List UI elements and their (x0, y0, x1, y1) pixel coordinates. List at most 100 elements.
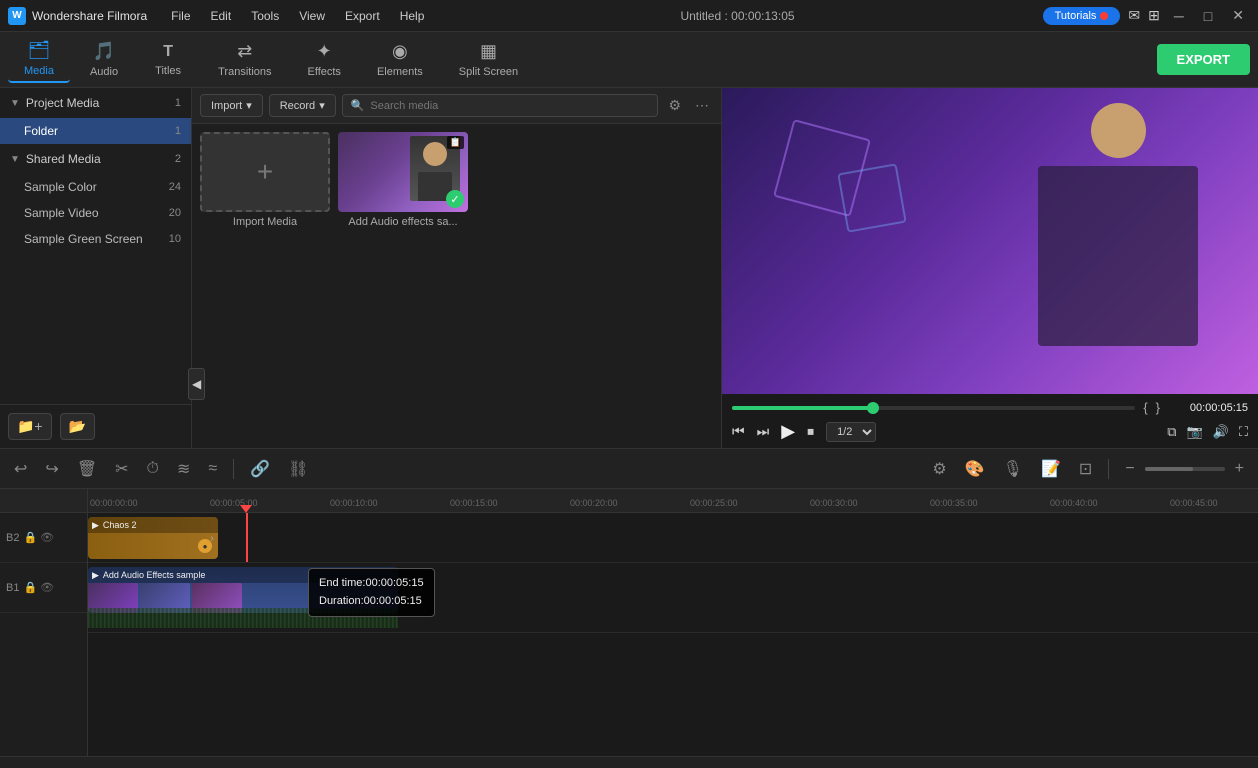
record-dropdown[interactable]: Record ▾ (269, 94, 336, 117)
clip-audio-label: Add Audio Effects sample (103, 570, 205, 580)
speed-button[interactable]: ⏱ (141, 456, 165, 482)
waveform (88, 608, 398, 628)
sample-video-item[interactable]: Sample Video 20 (0, 200, 191, 226)
link-button[interactable]: ⛓ (282, 455, 314, 483)
toolbar-effects[interactable]: ✦ Effects (292, 37, 357, 82)
ruler-marks: 00:00:00:00 00:00:05:00 00:00:10:00 00:0… (88, 489, 1258, 508)
delete-button[interactable]: 🗑 (71, 455, 103, 483)
title-bar-right: Tutorials ✉ ⊞ ─ □ ✕ (1043, 5, 1250, 26)
toolbar-audio[interactable]: 🎵 Audio (74, 37, 134, 82)
open-folder-button[interactable]: 📂 (60, 413, 95, 440)
new-folder-button[interactable]: 📁+ (8, 413, 52, 440)
waveform-button[interactable]: ≈ (202, 456, 223, 482)
toolbar-transitions[interactable]: ⇄ Transitions (202, 37, 287, 82)
track-b1-row: ▶ Add Audio Effects sample (88, 563, 1258, 633)
sample-color-item[interactable]: Sample Color 24 (0, 174, 191, 200)
preview-body (1038, 166, 1198, 346)
maximize-button[interactable]: □ (1198, 5, 1218, 26)
sample-green-count: 10 (169, 233, 181, 245)
track-b1-icons: 🔒 👁 (23, 581, 54, 594)
track-labels: B2 🔒 👁 B1 🔒 👁 (0, 489, 88, 756)
menu-help[interactable]: Help (392, 7, 433, 25)
clip-expand-handle[interactable]: › (206, 517, 218, 559)
screenshot-button[interactable]: 📷 (1187, 424, 1203, 440)
preview-person-container (1018, 103, 1218, 353)
track-b1-lock[interactable]: 🔒 (23, 581, 37, 594)
logo-icon: W (8, 7, 26, 25)
view-toggle-button[interactable]: ⋯ (691, 95, 713, 116)
mail-icon[interactable]: ✉ (1128, 7, 1140, 24)
magnet-button[interactable]: 🔗 (244, 455, 276, 483)
mark-out[interactable]: } (1156, 400, 1160, 415)
close-button[interactable]: ✕ (1226, 5, 1250, 26)
sample-green-item[interactable]: Sample Green Screen 10 (0, 226, 191, 252)
fullscreen-button[interactable]: ⛶ (1239, 424, 1248, 440)
audio-label: Audio (90, 66, 118, 78)
search-icon: 🔍 (351, 99, 365, 112)
app-name: Wondershare Filmora (32, 9, 147, 23)
track-b2-id: B2 (6, 532, 19, 544)
audio-button[interactable]: 🎙 (997, 455, 1029, 483)
menu-view[interactable]: View (291, 7, 333, 25)
folder-item[interactable]: Folder 1 (0, 118, 191, 144)
window-controls: ─ □ ✕ (1168, 5, 1250, 26)
menu-edit[interactable]: Edit (203, 7, 240, 25)
waveform-container (88, 610, 398, 628)
effect-box-2 (837, 163, 907, 233)
track-b1-eye[interactable]: 👁 (40, 581, 54, 594)
zoom-out-button[interactable]: − (1119, 456, 1140, 482)
search-input[interactable] (370, 100, 649, 112)
toolbar-titles[interactable]: T Titles (138, 39, 198, 81)
crop-button[interactable]: ⊡ (1073, 455, 1098, 483)
stop-button[interactable]: ⏹ (807, 423, 814, 440)
import-media-item[interactable]: + Import Media (200, 132, 330, 228)
zoom-in-button[interactable]: + (1229, 456, 1250, 482)
audio-adjust-button[interactable]: ≋ (171, 455, 196, 483)
ruler-mark-9: 00:00:45:00 (1168, 498, 1258, 508)
color-button[interactable]: 🎨 (959, 455, 991, 483)
play-button[interactable]: ▶ (781, 421, 795, 442)
shared-media-header[interactable]: ▼ Shared Media 2 (0, 144, 191, 174)
import-dropdown[interactable]: Import ▾ (200, 94, 263, 117)
menu-items: File Edit Tools View Export Help (163, 7, 432, 25)
settings-button[interactable]: ⚙ (926, 455, 952, 483)
picture-in-picture-button[interactable]: ⧉ (1167, 424, 1176, 440)
timeline-scrollbar[interactable] (0, 756, 1258, 768)
toolbar-media[interactable]: 🗂 Media (8, 36, 70, 83)
toolbar-splitscreen[interactable]: ▦ Split Screen (443, 37, 534, 82)
track-b2-eye[interactable]: 👁 (40, 531, 54, 544)
caption-button[interactable]: 📝 (1035, 455, 1067, 483)
progress-bar[interactable] (732, 406, 1135, 410)
video-clip-item[interactable]: 📋 ✓ Add Audio effects sa... (338, 132, 468, 228)
menu-tools[interactable]: Tools (243, 7, 287, 25)
step-back-button[interactable]: ⏮ (732, 423, 745, 440)
track-b2-icons: 🔒 👁 (23, 531, 54, 544)
cut-button[interactable]: ✂ (109, 455, 134, 483)
mark-in[interactable]: { (1143, 400, 1147, 415)
volume-button[interactable]: 🔊 (1213, 424, 1229, 440)
grid-icon[interactable]: ⊞ (1148, 7, 1160, 24)
media-badge: 📋 (447, 136, 464, 149)
toolbar-elements[interactable]: ◉ Elements (361, 37, 439, 82)
zoom-slider[interactable] (1145, 467, 1225, 471)
playback-speed-select[interactable]: 1/2 1/1 2x (826, 422, 876, 442)
filter-button[interactable]: ⚙ (664, 95, 685, 116)
project-media-header[interactable]: ▼ Project Media 1 (0, 88, 191, 118)
menu-export[interactable]: Export (337, 7, 388, 25)
tutorials-button[interactable]: Tutorials (1043, 7, 1121, 25)
transitions-icon: ⇄ (237, 41, 252, 62)
panel-footer: 📁+ 📂 (0, 404, 191, 448)
project-media-section: ▼ Project Media 1 Folder 1 (0, 88, 191, 144)
ruler-mark-6: 00:00:30:00 (808, 498, 928, 508)
redo-button[interactable]: ↪ (39, 455, 64, 483)
menu-file[interactable]: File (163, 7, 198, 25)
track-b2-lock[interactable]: 🔒 (23, 531, 37, 544)
minimize-button[interactable]: ─ (1168, 5, 1190, 26)
clip-chaos2[interactable]: ▶ Chaos 2 ● › (88, 517, 218, 559)
clip-audio-effects[interactable]: ▶ Add Audio Effects sample (88, 567, 398, 613)
export-button[interactable]: EXPORT (1157, 44, 1250, 75)
collapse-panel-button[interactable]: ◀ (188, 368, 205, 400)
undo-button[interactable]: ↩ (8, 455, 33, 483)
preview-video (722, 88, 1258, 394)
step-forward-button[interactable]: ⏭ (757, 423, 770, 440)
